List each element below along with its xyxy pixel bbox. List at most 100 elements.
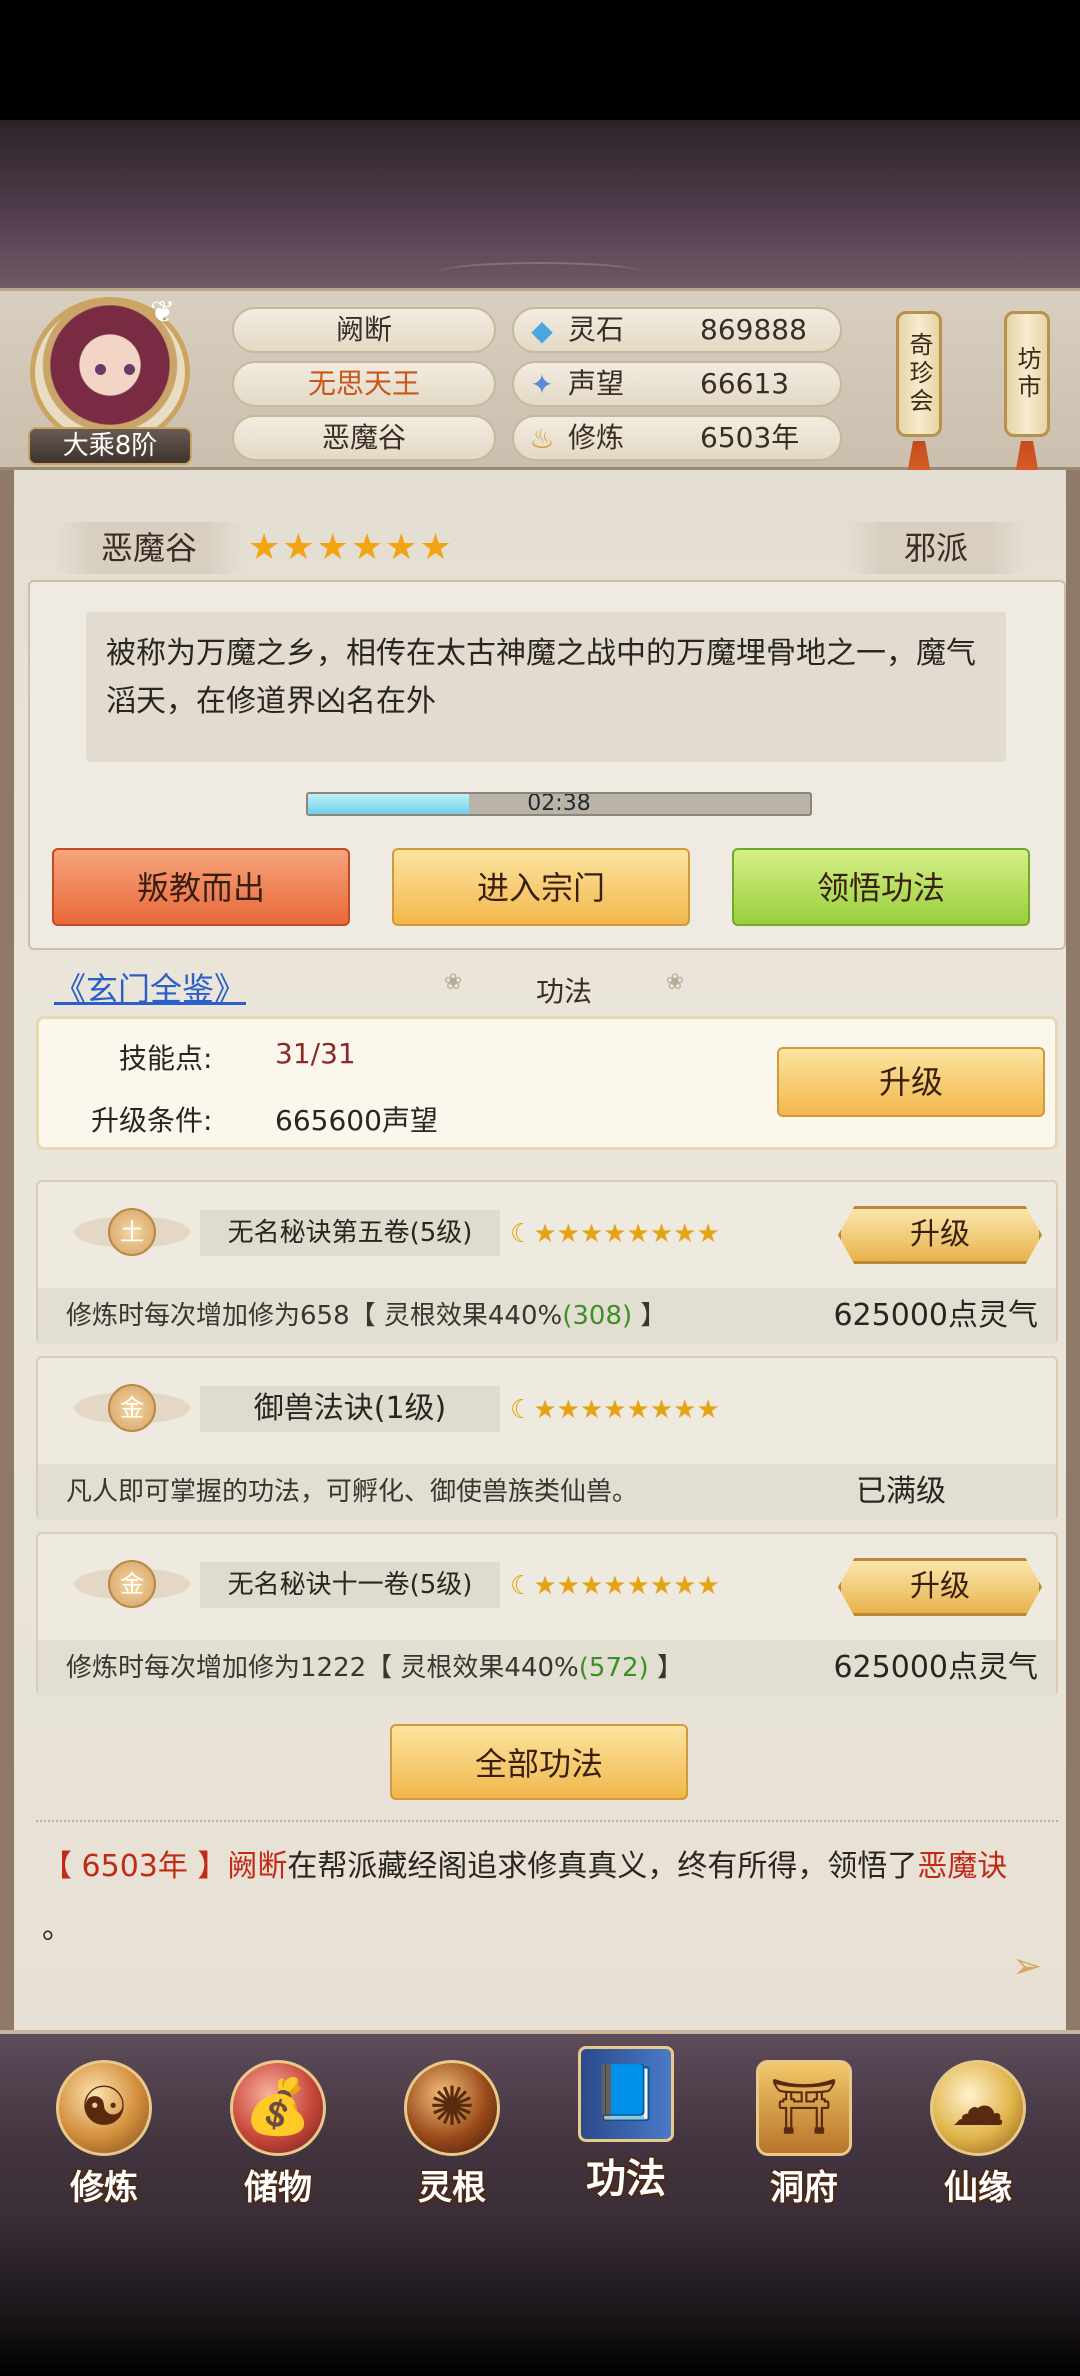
sect-description-frame: 被称为万魔之乡，相传在太古神魔之战中的万魔埋骨地之一，魔气滔天，在修道界凶名在外… [28, 580, 1066, 950]
technique-star-row: ★★★★★★★★ [533, 1395, 720, 1425]
technique-name: 无名秘诀第五卷(5级) [200, 1210, 500, 1256]
moon-icon: ☾ [510, 1395, 534, 1425]
event-log: 【 6503年 】阙断在帮派藏经阁追求修真真义，终有所得，领悟了恶魔诀。 [42, 1836, 1052, 1960]
player-sect: 恶魔谷 [232, 415, 496, 461]
butterfly-icon: ❦ [150, 295, 176, 330]
resource-label: 修炼 [568, 421, 625, 454]
bottom-navigation: ☯ 修炼 💰 储物 ✺ 灵根 📘 功法 ⛩ 洞府 ☁ 仙缘 [0, 2030, 1080, 2212]
nav-storage[interactable]: 💰 储物 [208, 2060, 348, 2210]
sect-description: 被称为万魔之乡，相传在太古神魔之战中的万魔埋骨地之一，魔气滔天，在修道界凶名在外 [86, 612, 1006, 762]
timer-text: 02:38 [527, 792, 591, 816]
desc-text: 凡人即可掌握的功法，可孵化、御使兽族类仙兽。 [66, 1477, 639, 1507]
log-end: 。 [42, 1911, 72, 1946]
technique-card: 金 御兽法诀(1级) ☾★★★★★★★★ 凡人即可掌握的功法，可孵化、御使兽族类… [36, 1356, 1058, 1520]
bottom-background [0, 2212, 1080, 2376]
rank-badge: 大乘8阶 [28, 427, 192, 465]
cultivation-icon: ♨ [529, 422, 555, 455]
resource-label: 声望 [568, 367, 625, 400]
player-title: 无思天王 [232, 361, 496, 407]
meditating-monk-icon: ☯ [56, 2060, 152, 2156]
nav-cave[interactable]: ⛩ 洞府 [734, 2060, 874, 2210]
moon-icon: ☾ [510, 1219, 534, 1249]
technique-stars: ☾★★★★★★★★ [510, 1390, 720, 1430]
resource-prestige[interactable]: ✦ 声望 66613 [512, 361, 842, 407]
market-button[interactable]: 坊市 [1004, 311, 1050, 437]
upgrade-condition-label: 升级条件: [91, 1104, 213, 1137]
resource-value: 66613 [700, 367, 790, 400]
upgrade-technique-button[interactable]: 升级 [838, 1206, 1042, 1264]
player-header: ❦ 大乘8阶 阙断 无思天王 恶魔谷 ◆ 灵石 869888 ✦ 声望 6661… [0, 288, 1080, 491]
resource-label: 灵石 [568, 313, 625, 346]
xuanmen-encyclopedia-link[interactable]: 《玄门全鉴》 [54, 964, 246, 1010]
desc-bonus: (572) [578, 1653, 649, 1683]
nav-cultivate[interactable]: ☯ 修炼 [34, 2060, 174, 2210]
log-message: 在帮派藏经阁追求修真真义，终有所得，领悟了 [287, 1849, 918, 1884]
techniques-label-text: 功法 [535, 975, 592, 1008]
technique-cost: 625000点灵气 [833, 1650, 1038, 1685]
betray-sect-button[interactable]: 叛教而出 [52, 848, 350, 926]
enter-sect-button[interactable]: 进入宗门 [392, 848, 690, 926]
upgrade-technique-button[interactable]: 升级 [838, 1558, 1042, 1616]
technique-description: 凡人即可掌握的功法，可孵化、御使兽族类仙兽。 [66, 1472, 638, 1512]
nav-label: 洞府 [770, 2168, 838, 2208]
scene-background [0, 120, 1080, 288]
metal-element-icon: 金 [108, 1560, 156, 1608]
spirit-root-icon: ✺ [404, 2060, 500, 2156]
technique-name: 无名秘诀十一卷(5级) [200, 1562, 500, 1608]
spirit-stone-icon: ◆ [531, 314, 553, 347]
nav-label: 灵根 [418, 2168, 486, 2208]
nav-label: 仙缘 [944, 2168, 1012, 2208]
desc-text: 修炼时每次增加修为658【 灵根效果440% [66, 1301, 563, 1331]
technique-cost: 625000点灵气 [833, 1298, 1038, 1333]
resource-value: 6503年 [700, 421, 800, 454]
technique-stars: ☾★★★★★★★★ [510, 1566, 720, 1606]
moon-icon: ☾ [510, 1571, 534, 1601]
status-bar [0, 0, 1080, 120]
desc-suffix: 】 [632, 1301, 667, 1331]
technique-description: 修炼时每次增加修为1222【 灵根效果440%(572) 】 [66, 1648, 683, 1688]
next-arrow-icon[interactable]: ➢ [1012, 1946, 1042, 1987]
player-name: 阙断 [232, 307, 496, 353]
technique-description: 修炼时每次增加修为658【 灵根效果440%(308) 】 [66, 1296, 666, 1336]
log-year: 【 6503年 】 [42, 1849, 228, 1884]
nav-label: 储物 [244, 2168, 312, 2208]
comprehend-technique-button[interactable]: 领悟功法 [732, 848, 1030, 926]
nav-spirit-root[interactable]: ✺ 灵根 [382, 2060, 522, 2210]
timer-progress-bar: 02:38 [306, 792, 812, 816]
desc-suffix: 】 [648, 1653, 683, 1683]
cave-dwelling-icon: ⛩ [756, 2060, 852, 2156]
resource-cultivation[interactable]: ♨ 修炼 6503年 [512, 415, 842, 461]
all-techniques-button[interactable]: 全部功法 [390, 1724, 688, 1800]
technique-name: 御兽法诀(1级) [200, 1386, 500, 1432]
storage-bag-icon: 💰 [230, 2060, 326, 2156]
nav-label: 功法 [586, 2156, 666, 2202]
techniques-section-label: 功法 [444, 970, 684, 1010]
desc-bonus: (308) [562, 1301, 633, 1331]
prestige-icon: ✦ [530, 368, 554, 401]
technique-max-level: 已满级 [856, 1474, 946, 1509]
upgrade-skill-points-button[interactable]: 升级 [777, 1047, 1045, 1117]
technique-card: 金 无名秘诀十一卷(5级) ☾★★★★★★★★ 升级 修炼时每次增加修为1222… [36, 1532, 1058, 1696]
log-technique: 恶魔诀 [917, 1849, 1008, 1884]
technique-star-row: ★★★★★★★★ [533, 1219, 720, 1249]
skill-points-label: 技能点: [119, 1042, 213, 1075]
metal-element-icon: 金 [108, 1384, 156, 1432]
faction-label: 邪派 [846, 522, 1026, 574]
nav-immortal-fate[interactable]: ☁ 仙缘 [908, 2060, 1048, 2210]
nav-techniques[interactable]: 📘 功法 [556, 2046, 696, 2202]
resource-value: 869888 [700, 313, 807, 346]
upgrade-condition-value: 665600声望 [275, 1104, 438, 1137]
sect-stars: ★★★★★★ [248, 527, 454, 568]
resource-spirit-stone[interactable]: ◆ 灵石 869888 [512, 307, 842, 353]
sect-name: 恶魔谷 [54, 522, 244, 574]
technique-book-icon: 📘 [578, 2046, 674, 2142]
sect-panel: 恶魔谷 ★★★★★★ 邪派 被称为万魔之乡，相传在太古神魔之战中的万魔埋骨地之一… [0, 470, 1080, 2030]
log-divider [36, 1820, 1058, 1830]
earth-element-icon: 土 [108, 1208, 156, 1256]
technique-card: 土 无名秘诀第五卷(5级) ☾★★★★★★★★ 升级 修炼时每次增加修为658【… [36, 1180, 1058, 1344]
skill-points-panel: 技能点: 31/31 升级条件: 665600声望 升级 [36, 1016, 1058, 1150]
technique-stars: ☾★★★★★★★★ [510, 1214, 720, 1254]
technique-star-row: ★★★★★★★★ [533, 1571, 720, 1601]
treasure-pavilion-button[interactable]: 奇珍会 [896, 311, 942, 437]
nav-label: 修炼 [70, 2168, 138, 2208]
